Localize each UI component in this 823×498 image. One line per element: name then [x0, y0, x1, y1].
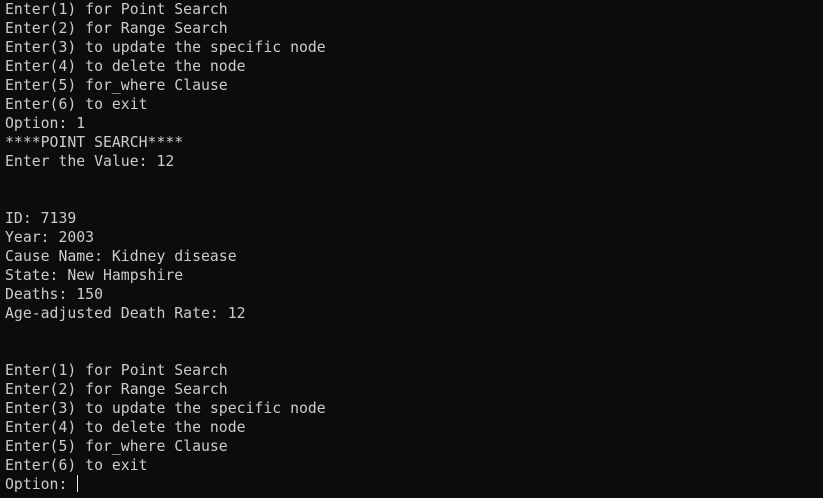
record-deaths-line: Deaths: 150 [5, 286, 103, 303]
record-year-line: Year: 2003 [5, 229, 95, 246]
option-input-line[interactable]: Option: [5, 475, 823, 494]
menu-line-point-search: Enter(1) for Point Search [5, 362, 228, 379]
menu-line-where-clause: Enter(5) for_where Clause [5, 438, 228, 455]
menu-line-delete-node: Enter(4) to delete the node [5, 58, 246, 75]
record-cause-line: Cause Name: Kidney disease [5, 248, 237, 265]
menu-line-delete-node: Enter(4) to delete the node [5, 419, 246, 436]
record-state-line: State: New Hampshire [5, 267, 184, 284]
menu-line-update-node: Enter(3) to update the specific node [5, 400, 326, 417]
record-id-line: ID: 7139 [5, 210, 77, 227]
record-rate-line: Age-adjusted Death Rate: 12 [5, 305, 246, 322]
menu-line-point-search: Enter(1) for Point Search [5, 1, 228, 18]
option-entered-line: Option: 1 [5, 115, 86, 132]
menu-line-range-search: Enter(2) for Range Search [5, 20, 228, 37]
menu-line-exit: Enter(6) to exit [5, 96, 148, 113]
menu-line-update-node: Enter(3) to update the specific node [5, 39, 326, 56]
text-cursor[interactable] [77, 475, 79, 492]
option-prompt: Option: [5, 476, 77, 493]
menu-line-exit: Enter(6) to exit [5, 457, 148, 474]
menu-line-where-clause: Enter(5) for_where Clause [5, 77, 228, 94]
value-prompt-line: Enter the Value: 12 [5, 153, 175, 170]
menu-line-range-search: Enter(2) for Range Search [5, 381, 228, 398]
search-header-line: ****POINT SEARCH**** [5, 134, 184, 151]
console-window[interactable]: Enter(1) for Point Search Enter(2) for R… [0, 0, 823, 498]
